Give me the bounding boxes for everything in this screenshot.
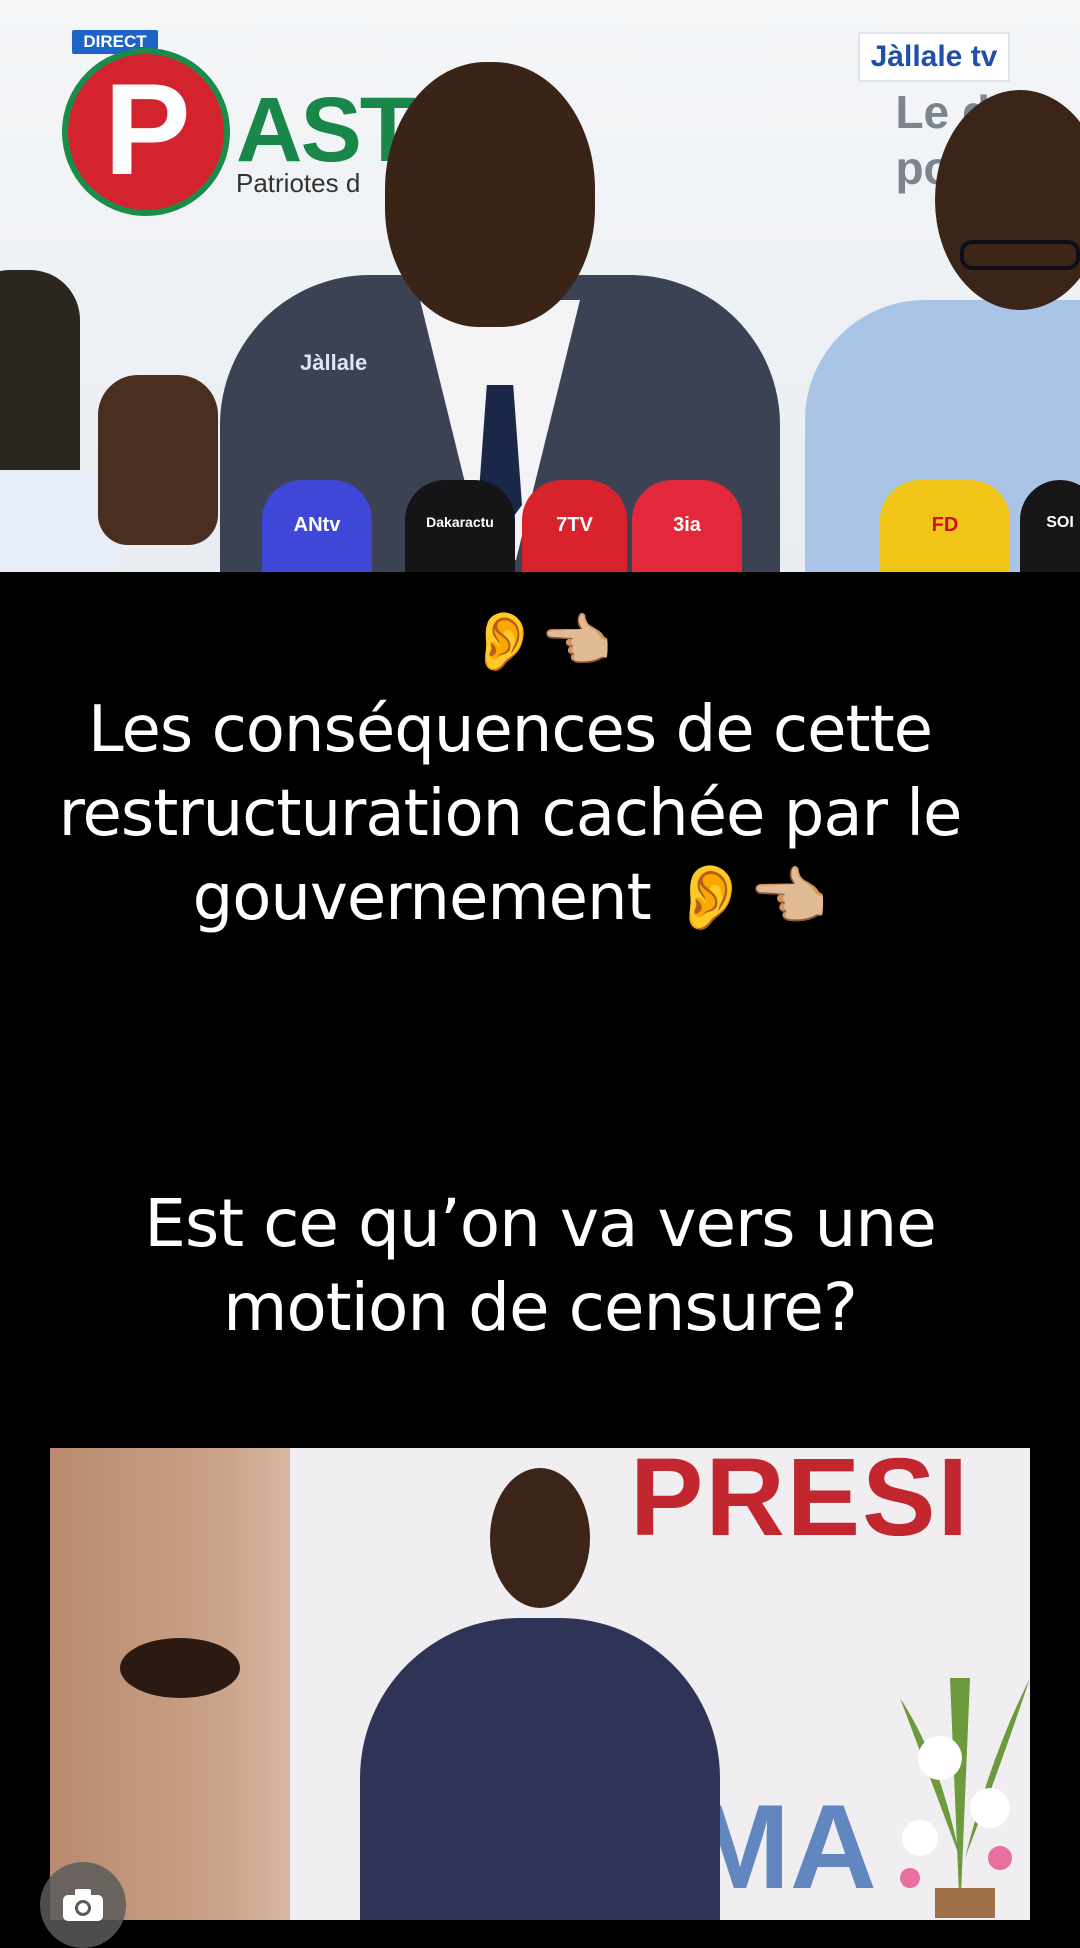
microphone-label: SOI	[1046, 514, 1074, 531]
microphone: SOI	[1020, 480, 1080, 572]
speaker-head	[385, 62, 595, 327]
caption-headline: Les conséquences de cette restructuratio…	[58, 693, 963, 935]
microphone: 3ia	[632, 480, 742, 572]
poster-eye	[120, 1638, 240, 1698]
photo-seated-man[interactable]: PRESI MA	[50, 1448, 1030, 1920]
pastef-logo-letter: P	[104, 56, 191, 202]
microphone: ANtv	[262, 480, 372, 572]
microphone: FD	[880, 480, 1010, 572]
microphone-label: 7TV	[556, 514, 593, 536]
mic-label: Jàllale	[300, 350, 368, 375]
microphone-label: FD	[931, 514, 959, 536]
seated-man-head	[490, 1468, 590, 1608]
glasses	[960, 240, 1080, 270]
video-frame-press-conference[interactable]: DIRECT P AST Patriotes d Jàllale tv Le d…	[0, 0, 1080, 572]
pastef-logo: P	[62, 48, 230, 216]
emoji-ear-pointing: 👂👈🏼	[467, 607, 613, 675]
camera-icon	[63, 1889, 103, 1921]
microphone-label: Dakaractu	[426, 514, 494, 530]
channel-logo: Jàllale tv	[858, 32, 1010, 82]
speaker-hand	[98, 375, 218, 545]
pastef-logo-subtitle: Patriotes d	[236, 168, 361, 198]
seated-man-body	[360, 1618, 720, 1920]
microphone-label: ANtv	[293, 514, 341, 536]
flower-bouquet	[900, 1678, 1030, 1918]
microphone: 7TV	[522, 480, 627, 572]
camera-icon-button[interactable]	[40, 1862, 126, 1948]
caption-question: Est ce qu’on va vers une motion de censu…	[144, 1185, 937, 1346]
microphone-label: 3ia	[673, 514, 701, 536]
poster-banner-text: PRESI	[630, 1448, 971, 1559]
microphone: Dakaractu	[405, 480, 515, 572]
